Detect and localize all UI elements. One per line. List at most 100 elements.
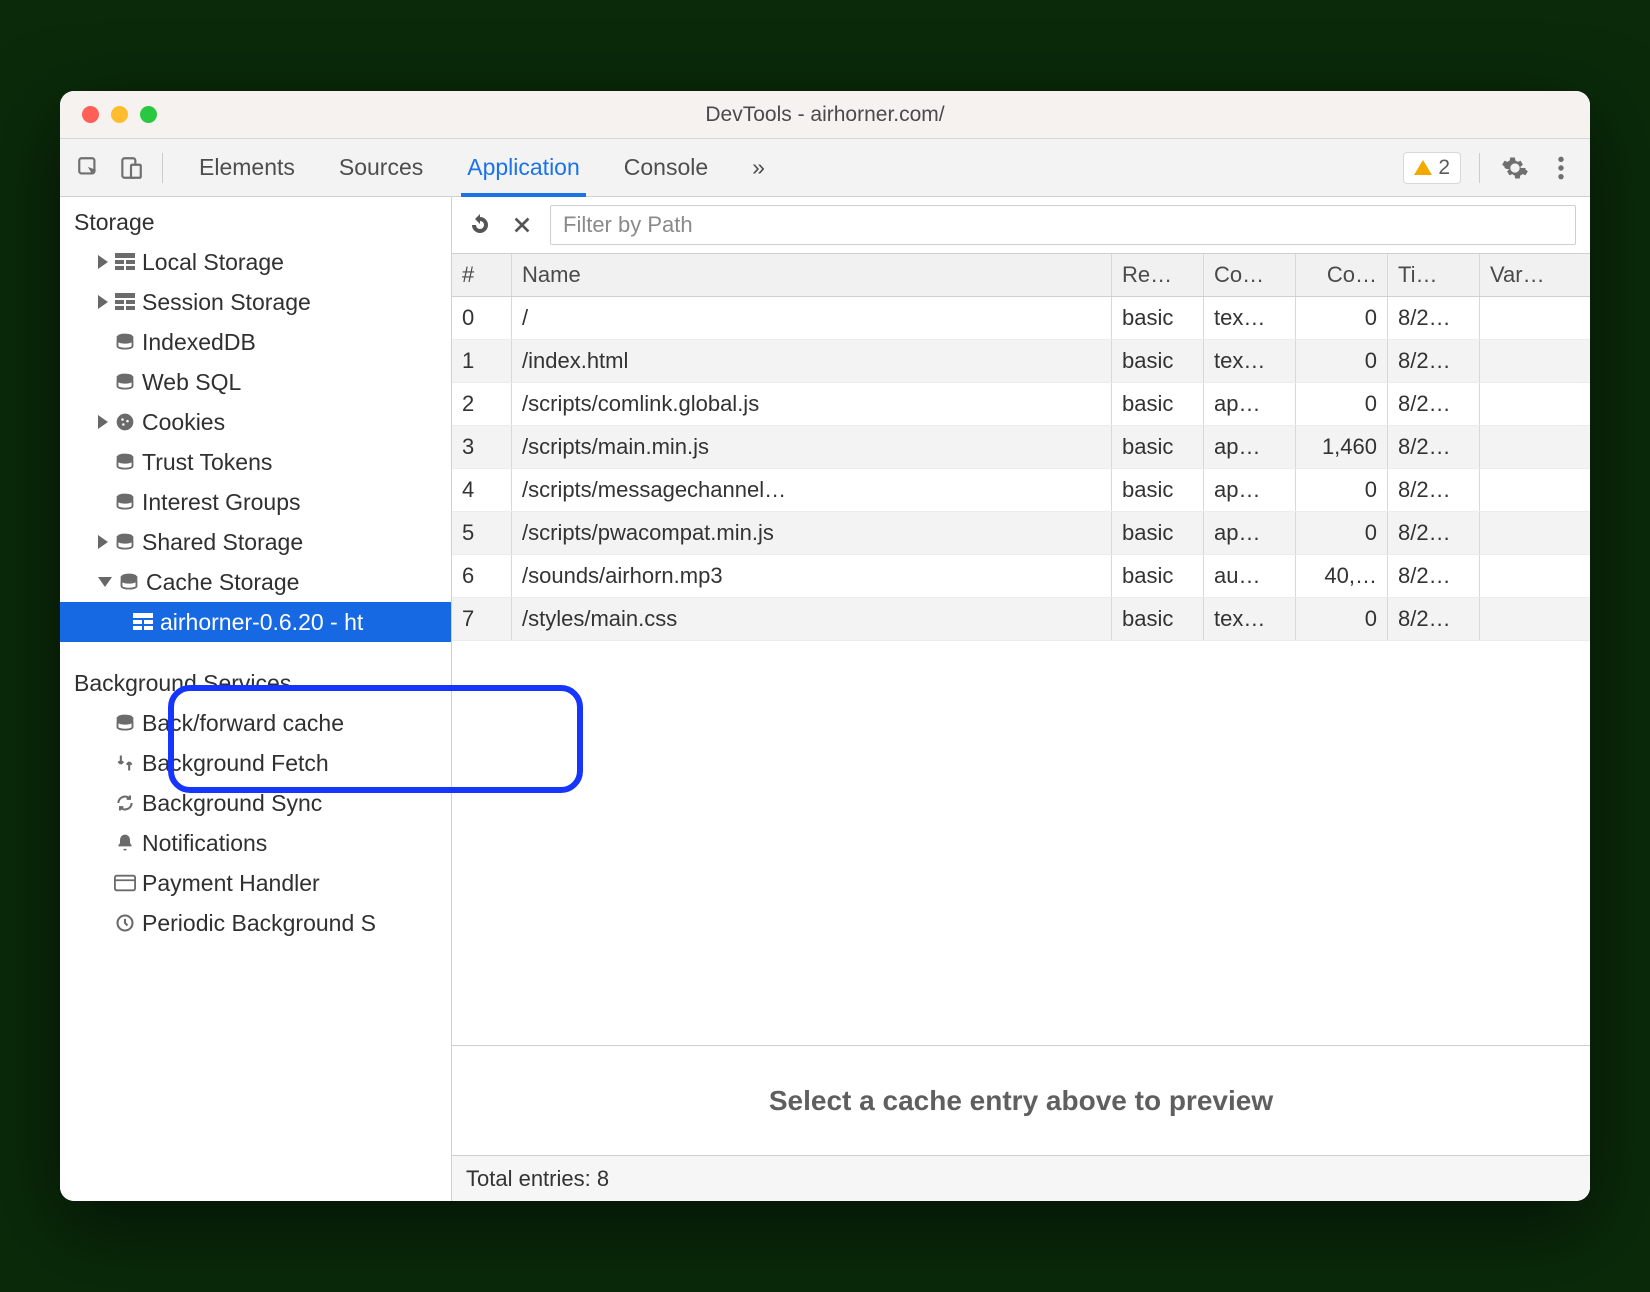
cache-entry-label: airhorner-0.6.20 - ht	[160, 609, 363, 636]
window-title: DevTools - airhorner.com/	[60, 103, 1590, 127]
inspect-icon[interactable]	[72, 151, 106, 185]
sidebar-item[interactable]: Back/forward cache	[60, 703, 451, 743]
table-icon	[132, 611, 154, 633]
sidebar-item-label: Trust Tokens	[142, 449, 272, 476]
sidebar-item-label: Interest Groups	[142, 489, 301, 516]
gear-icon[interactable]	[1498, 151, 1532, 185]
sidebar-item-label: Periodic Background S	[142, 910, 376, 937]
col-time[interactable]: Ti…	[1388, 254, 1480, 296]
close-icon[interactable]	[82, 106, 99, 123]
tab-console[interactable]: Console	[602, 139, 730, 196]
tab-elements[interactable]: Elements	[177, 139, 317, 196]
sidebar-item[interactable]: Background Fetch	[60, 743, 451, 783]
cookie-icon	[114, 411, 136, 433]
table-row[interactable]: 0/basictex…08/2…	[452, 297, 1590, 340]
db-icon	[114, 371, 136, 393]
kebab-icon[interactable]	[1544, 151, 1578, 185]
table-row[interactable]: 5/scripts/pwacompat.min.jsbasicap…08/2…	[452, 512, 1590, 555]
sidebar-item-label: Payment Handler	[142, 870, 320, 897]
separator	[1479, 153, 1480, 183]
sidebar-item-label: Session Storage	[142, 289, 311, 316]
sidebar-item[interactable]: Periodic Background S	[60, 903, 451, 943]
db-icon	[114, 451, 136, 473]
fetch-icon	[114, 752, 136, 774]
col-index[interactable]: #	[452, 254, 512, 296]
db-icon	[114, 491, 136, 513]
main-pane: # Name Re… Co… Co… Ti… Var… 0/basictex…0…	[452, 197, 1590, 1201]
chevron-right-icon	[98, 295, 108, 309]
sidebar-item-label: Web SQL	[142, 369, 241, 396]
tab-sources[interactable]: Sources	[317, 139, 445, 196]
db-icon	[114, 331, 136, 353]
sidebar-item[interactable]: Session Storage	[60, 282, 451, 322]
sidebar-item[interactable]: Payment Handler	[60, 863, 451, 903]
warning-icon	[1414, 160, 1432, 175]
sidebar-item-label: Background Sync	[142, 790, 322, 817]
cache-table: # Name Re… Co… Co… Ti… Var… 0/basictex…0…	[452, 254, 1590, 1045]
sidebar-item-label: Background Fetch	[142, 750, 329, 777]
sidebar-item[interactable]: Local Storage	[60, 242, 451, 282]
sidebar-item[interactable]: IndexedDB	[60, 322, 451, 362]
bg-services-heading: Background Services	[60, 664, 451, 703]
col-vary[interactable]: Var…	[1480, 254, 1590, 296]
content: Storage Local StorageSession StorageInde…	[60, 197, 1590, 1201]
chevron-right-icon	[98, 415, 108, 429]
toolbar-right: 2	[1403, 151, 1578, 185]
table-header: # Name Re… Co… Co… Ti… Var…	[452, 254, 1590, 297]
card-icon	[114, 872, 136, 894]
sidebar-item[interactable]: Cookies	[60, 402, 451, 442]
cache-toolbar	[452, 197, 1590, 254]
tab-overflow[interactable]: »	[730, 139, 787, 196]
sidebar-item-label: Notifications	[142, 830, 267, 857]
sidebar: Storage Local StorageSession StorageInde…	[60, 197, 452, 1201]
sidebar-item-label: Back/forward cache	[142, 710, 344, 737]
sidebar-item[interactable]: Interest Groups	[60, 482, 451, 522]
chevron-down-icon	[98, 577, 112, 587]
sidebar-item-label: IndexedDB	[142, 329, 256, 356]
titlebar: DevTools - airhorner.com/	[60, 91, 1590, 139]
sidebar-item[interactable]: Cache Storage	[60, 562, 451, 602]
db-icon	[118, 571, 140, 593]
table-row[interactable]: 4/scripts/messagechannel…basicap…08/2…	[452, 469, 1590, 512]
table-row[interactable]: 6/sounds/airhorn.mp3basicau…40,…8/2…	[452, 555, 1590, 598]
col-content-type[interactable]: Co…	[1204, 254, 1296, 296]
sidebar-item[interactable]: Trust Tokens	[60, 442, 451, 482]
col-name[interactable]: Name	[512, 254, 1112, 296]
sidebar-item[interactable]: Shared Storage	[60, 522, 451, 562]
table-row[interactable]: 7/styles/main.cssbasictex…08/2…	[452, 598, 1590, 641]
cache-entry-item[interactable]: airhorner-0.6.20 - ht	[60, 602, 451, 642]
chevron-right-icon	[98, 535, 108, 549]
sidebar-item-label: Cache Storage	[146, 569, 299, 596]
footer-status: Total entries: 8	[452, 1155, 1590, 1201]
col-content-length[interactable]: Co…	[1296, 254, 1388, 296]
sync-icon	[114, 792, 136, 814]
refresh-icon[interactable]	[466, 211, 494, 239]
tab-application[interactable]: Application	[445, 139, 602, 196]
bell-icon	[114, 832, 136, 854]
window-controls	[82, 106, 157, 123]
table-row[interactable]: 2/scripts/comlink.global.jsbasicap…08/2…	[452, 383, 1590, 426]
chevron-right-icon	[98, 255, 108, 269]
table-row[interactable]: 3/scripts/main.min.jsbasicap…1,4608/2…	[452, 426, 1590, 469]
warning-count: 2	[1438, 156, 1450, 180]
panel-tabs: Elements Sources Application Console »	[177, 139, 787, 196]
table-icon	[114, 251, 136, 273]
table-icon	[114, 291, 136, 313]
zoom-icon[interactable]	[140, 106, 157, 123]
sidebar-item-label: Shared Storage	[142, 529, 303, 556]
clear-icon[interactable]	[508, 211, 536, 239]
table-row[interactable]: 1/index.htmlbasictex…08/2…	[452, 340, 1590, 383]
preview-placeholder: Select a cache entry above to preview	[452, 1045, 1590, 1155]
db-icon	[114, 531, 136, 553]
warnings-badge[interactable]: 2	[1403, 152, 1461, 184]
clock-icon	[114, 912, 136, 934]
filter-input[interactable]	[550, 205, 1576, 245]
devtools-window: DevTools - airhorner.com/ Elements Sourc…	[60, 91, 1590, 1201]
device-toggle-icon[interactable]	[114, 151, 148, 185]
sidebar-item[interactable]: Background Sync	[60, 783, 451, 823]
col-response[interactable]: Re…	[1112, 254, 1204, 296]
sidebar-item[interactable]: Web SQL	[60, 362, 451, 402]
minimize-icon[interactable]	[111, 106, 128, 123]
sidebar-item[interactable]: Notifications	[60, 823, 451, 863]
sidebar-item-label: Cookies	[142, 409, 225, 436]
